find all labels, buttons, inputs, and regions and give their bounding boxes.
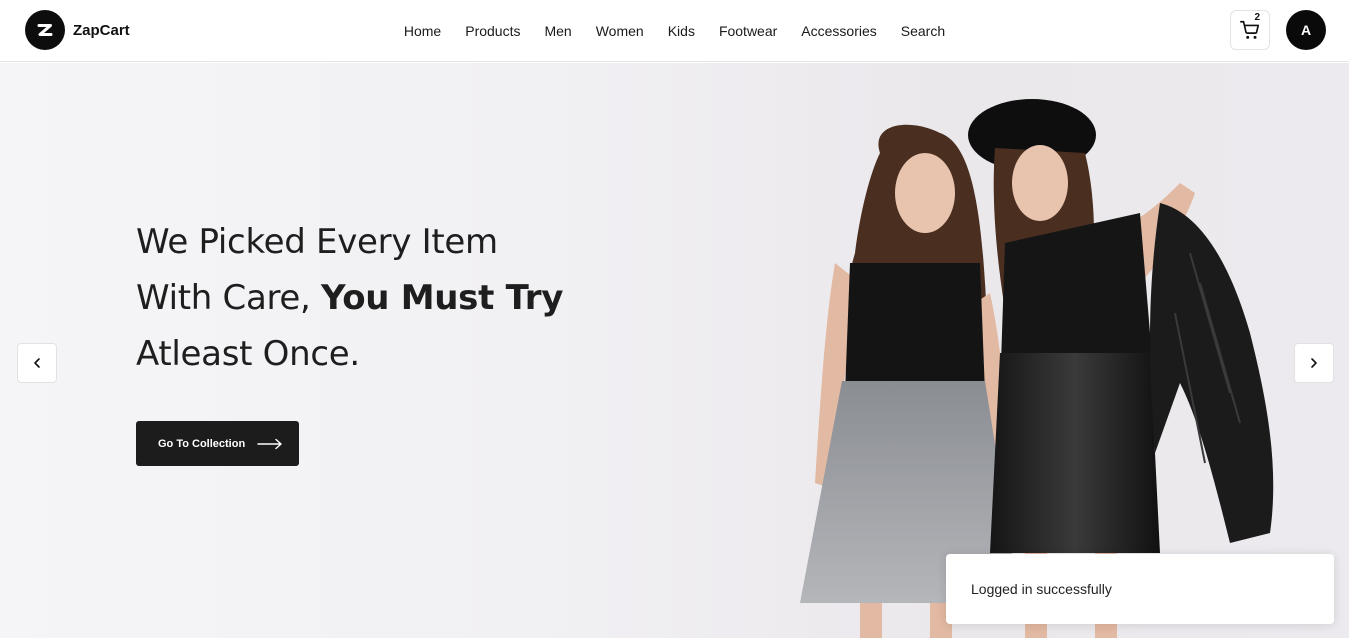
toast-message: Logged in successfully <box>971 581 1112 597</box>
hero-models-image <box>800 99 1274 638</box>
hero-line-1: We Picked Every Item <box>136 222 498 262</box>
brand-home-link[interactable]: ZapCart <box>25 10 130 50</box>
user-avatar[interactable]: A <box>1286 10 1326 50</box>
carousel-prev-button[interactable] <box>17 343 57 383</box>
z-logo-icon <box>25 10 65 50</box>
nav-kids[interactable]: Kids <box>668 23 695 39</box>
brand-name: ZapCart <box>73 21 130 39</box>
hero-headline: We Picked Every Item With Care, You Must… <box>136 214 696 382</box>
nav-men[interactable]: Men <box>544 23 571 39</box>
hero-carousel: We Picked Every Item With Care, You Must… <box>0 63 1349 638</box>
login-success-toast[interactable]: Logged in successfully <box>946 554 1334 624</box>
hero-line-3: Atleast Once. <box>136 334 360 374</box>
nav-home[interactable]: Home <box>404 23 441 39</box>
nav-search[interactable]: Search <box>901 23 945 39</box>
hero-line-2-bold: You Must Try <box>321 278 564 318</box>
top-navbar: ZapCart Home Products Men Women Kids Foo… <box>0 0 1349 62</box>
cart-button[interactable]: 2 <box>1230 10 1270 50</box>
cart-count-badge: 2 <box>1254 12 1260 23</box>
nav-accessories[interactable]: Accessories <box>801 23 876 39</box>
carousel-next-button[interactable] <box>1294 343 1334 383</box>
go-to-collection-button[interactable]: Go To Collection <box>136 421 299 466</box>
main-nav: Home Products Men Women Kids Footwear Ac… <box>0 0 1349 62</box>
nav-footwear[interactable]: Footwear <box>719 23 777 39</box>
nav-women[interactable]: Women <box>596 23 644 39</box>
cta-label: Go To Collection <box>158 437 246 450</box>
chevron-right-icon <box>1311 358 1317 368</box>
nav-products[interactable]: Products <box>465 23 520 39</box>
hero-line-2: With Care, <box>136 278 322 318</box>
arrow-right-icon <box>257 438 282 449</box>
chevron-left-icon <box>34 358 40 368</box>
